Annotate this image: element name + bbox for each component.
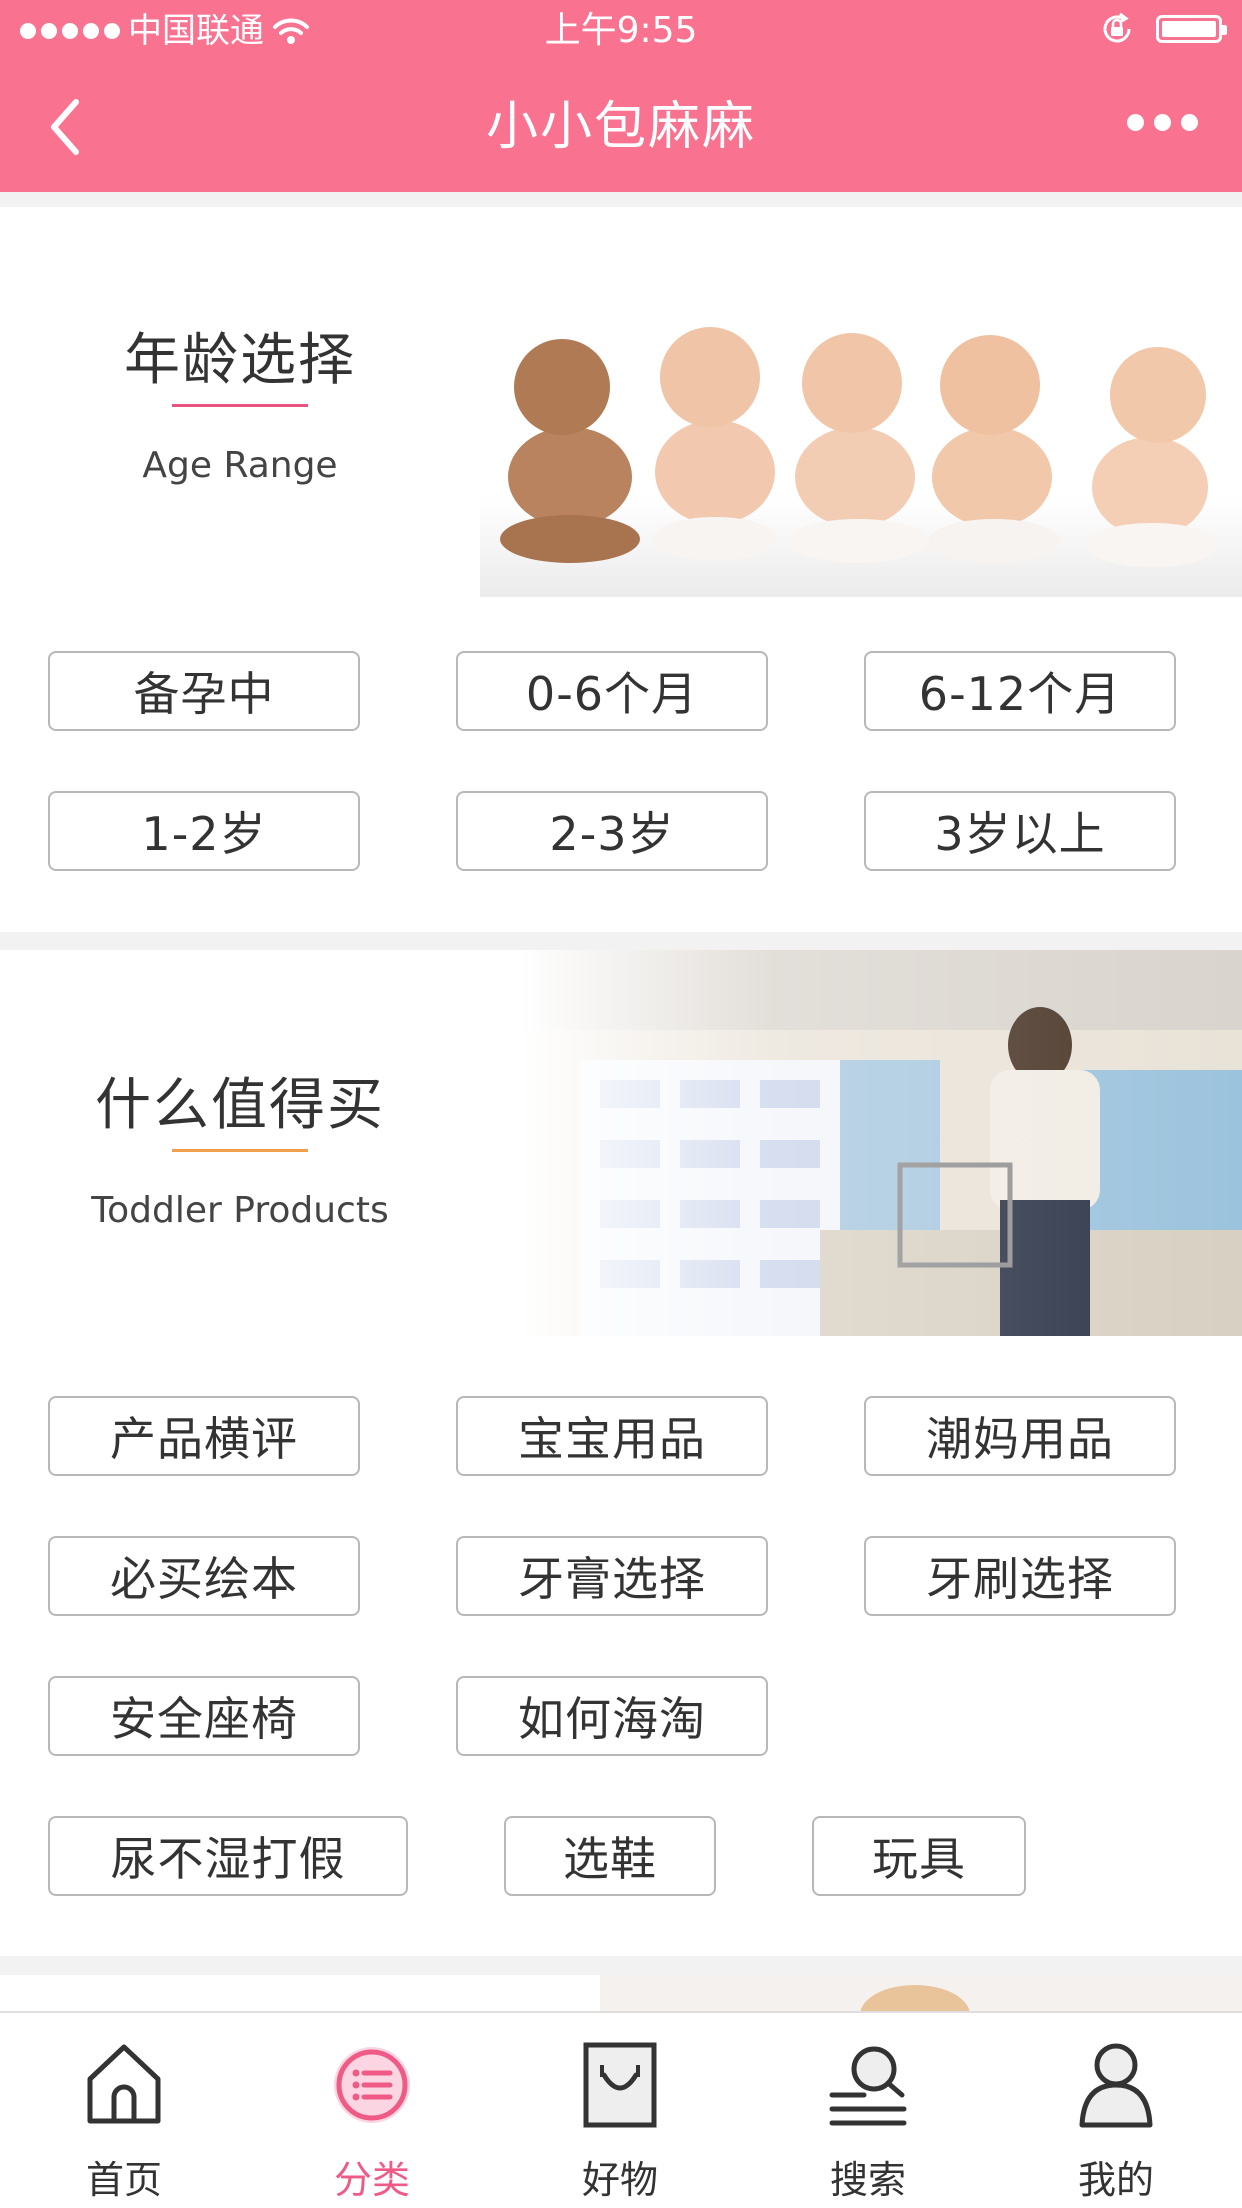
tag-diaper-counterfeit[interactable]: 尿不湿打假 (48, 1816, 408, 1896)
tab-search[interactable]: 搜索 (744, 2013, 992, 2208)
products-section-subtitle: Toddler Products (91, 1190, 389, 1231)
tab-home[interactable]: 首页 (0, 2013, 248, 2208)
battery-icon (1156, 15, 1227, 43)
tag-toothbrush[interactable]: 牙刷选择 (864, 1536, 1176, 1616)
tag-car-seat[interactable]: 安全座椅 (48, 1676, 360, 1756)
tag-overseas-shopping[interactable]: 如何海淘 (456, 1676, 768, 1756)
more-icon[interactable] (1127, 114, 1198, 131)
bag-icon (583, 2042, 657, 2128)
next-section-preview (0, 1975, 1242, 2015)
page-title: 小小包麻麻 (485, 97, 756, 157)
age-section: 年龄选择 Age Range 备孕中 0-6个月 6-12个月 1-2岁 2-3… (0, 207, 1242, 932)
tag-preparing-pregnancy[interactable]: 备孕中 (48, 651, 360, 731)
tag-product-review[interactable]: 产品横评 (48, 1396, 360, 1476)
tag-shoes[interactable]: 选鞋 (504, 1816, 716, 1896)
nav-bar: 小小包麻麻 (0, 62, 1242, 192)
tab-goods-label: 好物 (581, 2158, 658, 2202)
tab-mine[interactable]: 我的 (992, 2013, 1240, 2208)
user-icon (1079, 2043, 1153, 2128)
products-title-underline (172, 1149, 308, 1152)
tab-category-label: 分类 (333, 2158, 410, 2202)
tag-3-years-plus[interactable]: 3岁以上 (864, 791, 1176, 871)
products-section: 什么值得买 Toddler Products 产品横评 宝宝用品 潮妈用品 必买… (0, 950, 1242, 1956)
category-icon (334, 2047, 410, 2123)
tag-toys[interactable]: 玩具 (812, 1816, 1026, 1896)
rotation-lock-icon (1103, 12, 1131, 43)
tab-mine-label: 我的 (1077, 2158, 1154, 2202)
tag-toothpaste[interactable]: 牙膏选择 (456, 1536, 768, 1616)
status-bar: 中国联通 上午9:55 (0, 0, 1242, 62)
tag-1-2-years[interactable]: 1-2岁 (48, 791, 360, 871)
tag-2-3-years[interactable]: 2-3岁 (456, 791, 768, 871)
tag-0-6-months[interactable]: 0-6个月 (456, 651, 768, 731)
age-section-subtitle: Age Range (142, 445, 338, 486)
age-section-title: 年龄选择 (124, 328, 356, 393)
tab-search-label: 搜索 (829, 2158, 906, 2202)
products-section-title: 什么值得买 (95, 1073, 385, 1138)
search-icon (829, 2046, 907, 2126)
tag-baby-goods[interactable]: 宝宝用品 (456, 1396, 768, 1476)
tab-home-label: 首页 (85, 2158, 162, 2202)
home-icon (87, 2044, 161, 2124)
age-title-underline (172, 404, 308, 407)
status-right (1100, 12, 1227, 46)
supermarket-image (520, 950, 1242, 1336)
tag-mom-goods[interactable]: 潮妈用品 (864, 1396, 1176, 1476)
tab-goods[interactable]: 好物 (496, 2013, 744, 2208)
tag-picture-books[interactable]: 必买绘本 (48, 1536, 360, 1616)
status-time: 上午9:55 (544, 10, 698, 51)
tab-category[interactable]: 分类 (248, 2013, 496, 2208)
babies-image (480, 327, 1242, 597)
tab-bar: 首页 分类 好物 搜索 我的 (0, 2011, 1242, 2208)
tag-6-12-months[interactable]: 6-12个月 (864, 651, 1176, 731)
